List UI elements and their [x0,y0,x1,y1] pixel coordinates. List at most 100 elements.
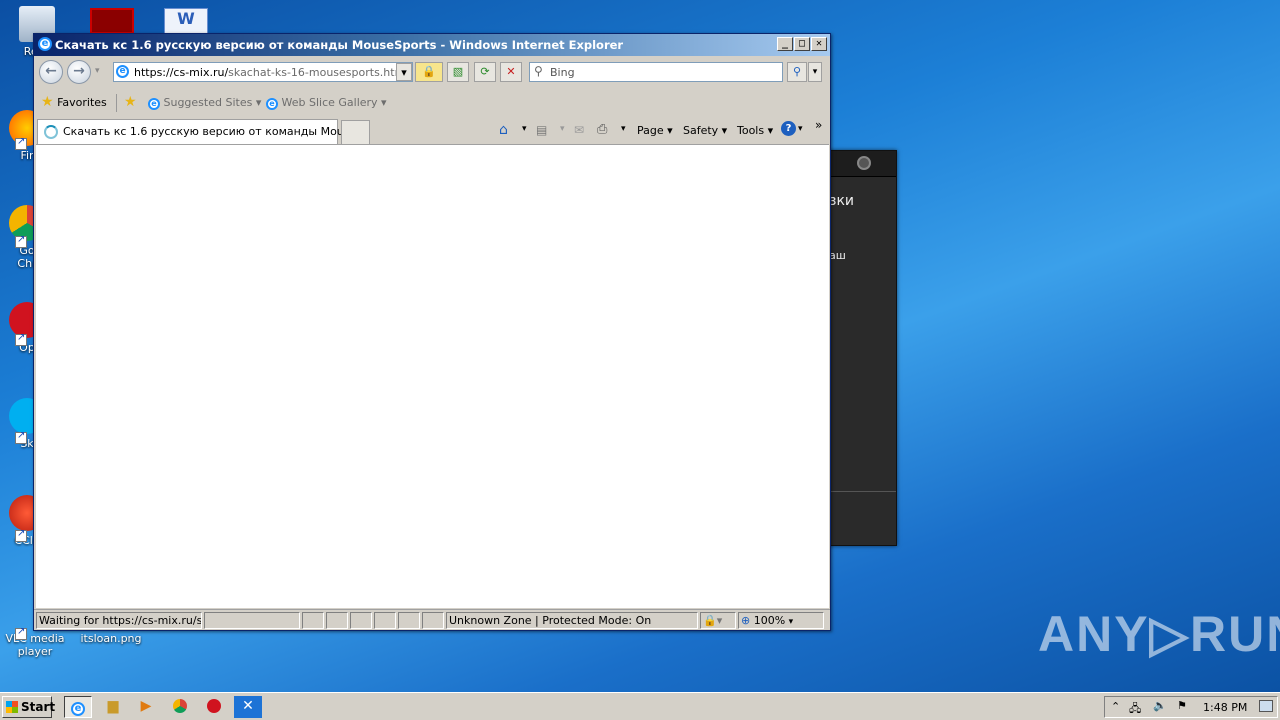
security-lock-icon[interactable]: 🔒 [415,62,443,82]
home-icon[interactable]: ⌂ [499,122,508,138]
tab-active[interactable]: Скачать кс 1.6 русскую версию от команды… [37,119,360,144]
compatibility-view-icon[interactable]: ▧ [447,62,469,82]
status-text: Waiting for https://cs-mix.ru/skac [36,612,202,629]
print-icon[interactable]: ⎙ [597,122,607,137]
tab-row: Скачать кс 1.6 русскую версию от команды… [34,116,830,144]
safety-menu[interactable]: Safety ▾ [683,124,727,137]
tab-label: Скачать кс 1.6 русскую версию от команды… [63,125,360,138]
add-to-favorites-icon[interactable]: ★ [124,94,137,110]
feeds-icon[interactable]: ▤ [536,123,547,137]
search-input[interactable]: ⚲ Bing [529,62,783,82]
shortcut-arrow-icon [15,332,27,346]
overflow-chevron-icon[interactable]: » [815,118,822,132]
volume-icon[interactable]: 🔈 [1153,699,1167,712]
back-button[interactable]: ← [39,60,63,84]
opera-taskbar-icon[interactable] [200,696,228,718]
background-window-heading: зки [829,193,854,209]
shortcut-arrow-icon [15,626,27,640]
print-dropdown-icon[interactable]: ▾ [621,124,626,134]
close-button[interactable]: ✕ [811,37,827,51]
security-zone-status[interactable]: Unknown Zone | Protected Mode: On [446,612,698,629]
taskbar: Start e ▆ ▶ ✕ ⌃ 🖧 🔈 ⚑ 1:48 PM [0,692,1280,720]
search-options-dropdown[interactable]: ▾ [808,62,822,82]
page-icon: e [116,65,129,78]
status-pane [374,612,396,629]
status-bar: Waiting for https://cs-mix.ru/skac Unkno… [34,609,830,630]
home-dropdown-icon[interactable]: ▾ [522,124,527,134]
page-content[interactable] [36,144,829,608]
maximize-button[interactable]: □ [794,37,810,51]
background-window-footer [827,491,896,492]
background-app-window[interactable]: зки аш [826,150,897,546]
ie-titlebar[interactable]: e Скачать кс 1.6 русскую версию от коман… [34,34,830,56]
status-pane [422,612,444,629]
zoom-level: 100% [753,614,786,627]
navigation-bar: ← → ▾ e https://cs-mix.ru/skachat-ks-16-… [34,56,830,88]
shortcut-arrow-icon [15,430,27,444]
background-window-text: аш [829,249,846,262]
search-button[interactable]: ⚲ [787,62,807,82]
address-dropdown-button[interactable]: ▾ [396,63,412,81]
favorites-bar: ★ Favorites ★ e Suggested Sites ▾ e Web … [34,88,830,116]
shortcut-arrow-icon [15,136,27,150]
start-button[interactable]: Start [2,696,55,718]
ie-logo-icon: e [38,37,52,51]
chrome-taskbar-icon[interactable] [166,696,194,718]
zoom-control[interactable]: ⊕ 100% ▾ [738,612,824,629]
anyrun-watermark: ANY▷RUN [1038,606,1280,662]
window-title: Скачать кс 1.6 русскую версию от команды… [55,38,624,52]
status-pane [302,612,324,629]
separator [116,94,117,112]
suggested-sites-link[interactable]: e Suggested Sites ▾ [148,96,261,110]
favorites-star-icon: ★ [41,94,54,110]
system-tray: ⌃ 🖧 🔈 ⚑ 1:48 PM [1104,696,1278,718]
status-pane [350,612,372,629]
ie-logo-icon: e [71,702,85,716]
chrome-icon [173,699,187,713]
windows-logo-icon [6,701,18,713]
shortcut-arrow-icon [15,234,27,248]
forward-button[interactable]: → [67,60,91,84]
desktop-icon-label: itsloan.png [80,632,142,645]
help-icon[interactable]: ? [781,121,796,136]
opera-icon [207,699,221,713]
explorer-icon[interactable]: ▆ [99,696,127,718]
protected-mode-icon[interactable]: 🔒▾ [700,612,736,629]
app-taskbar-icon[interactable]: ✕ [234,696,262,718]
ie-small-icon: e [266,98,278,110]
pdf-desktop-icon[interactable] [90,8,134,34]
network-icon[interactable]: 🖧 [1129,700,1141,719]
tools-menu[interactable]: Tools ▾ [737,124,773,137]
stop-icon[interactable]: ✕ [500,62,522,82]
minimize-button[interactable]: _ [777,37,793,51]
zoom-dropdown-icon: ▾ [788,617,794,627]
taskbar-ie-button[interactable]: e [64,696,92,718]
ie-window[interactable]: e Скачать кс 1.6 русскую версию от коман… [33,33,831,631]
shortcut-arrow-icon [15,528,27,542]
page-menu[interactable]: Page ▾ [637,124,673,137]
word-desktop-icon[interactable]: W [164,8,208,34]
action-center-flag-icon[interactable]: ⚑ [1177,699,1187,712]
progress-bar [204,612,300,629]
desktop-icon-vlc[interactable]: VLC media player [0,632,70,658]
address-bar[interactable]: e https://cs-mix.ru/skachat-ks-16-mouses… [113,62,413,82]
show-hidden-icons[interactable]: ⌃ [1111,700,1120,713]
mail-icon[interactable]: ✉ [574,123,584,137]
refresh-icon[interactable]: ⟳ [474,62,496,82]
search-icon: ⚲ [534,64,543,78]
favorites-button[interactable]: ★ Favorites [41,94,107,110]
webcam-icon [857,156,871,170]
media-player-icon[interactable]: ▶ [132,696,160,718]
web-slice-gallery-link[interactable]: e Web Slice Gallery ▾ [266,96,387,110]
show-desktop-icon[interactable] [1259,700,1273,712]
desktop-icon-label: Fir [20,149,34,162]
new-tab-button[interactable] [341,120,370,144]
loading-spinner-icon [44,125,58,139]
clock[interactable]: 1:48 PM [1203,701,1247,714]
ie-small-icon: e [148,98,160,110]
desktop-icon-itsloan[interactable]: itsloan.png [76,632,146,645]
feeds-dropdown-icon[interactable]: ▾ [560,124,565,134]
status-pane [326,612,348,629]
recent-pages-dropdown-icon[interactable]: ▾ [95,66,100,76]
help-dropdown-icon[interactable]: ▾ [798,124,803,134]
